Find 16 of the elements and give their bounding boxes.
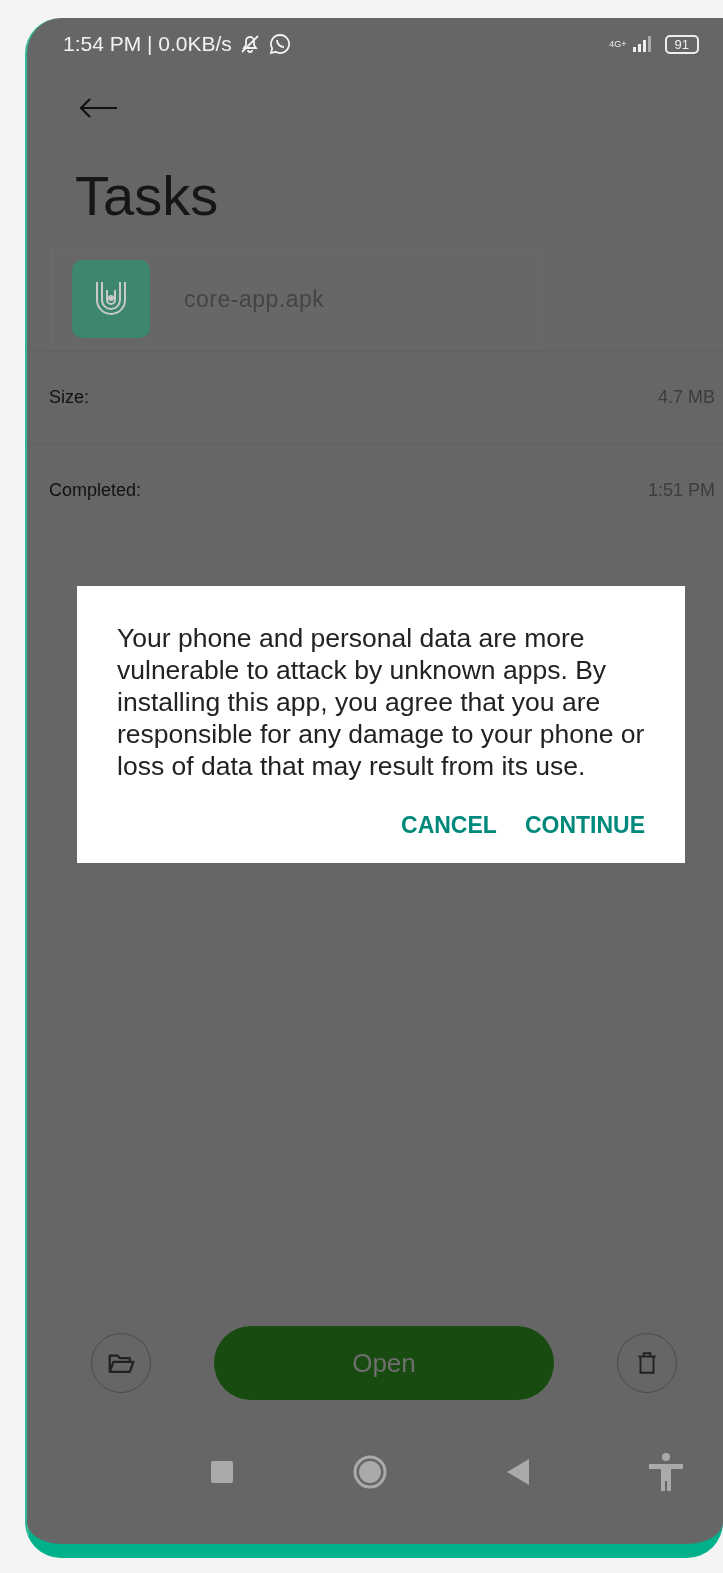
back-arrow-icon[interactable] — [79, 98, 119, 118]
page-title: Tasks — [75, 164, 220, 228]
status-time: 1:54 PM | 0.0KB/s — [63, 32, 232, 56]
detail-label: Completed: — [49, 479, 142, 501]
dialog-message: Your phone and personal data are more vulnerable to attack by unknown apps. By installing this app, you agree that you are responsible for any damage to your phone or loss of data that may result from its use. — [117, 622, 646, 782]
dialog-button[interactable]: CONTINUE — [520, 804, 649, 847]
chat-bubble-icon — [267, 32, 292, 56]
battery-level: 91 — [664, 34, 699, 54]
dialog-button[interactable]: CANCEL — [397, 804, 501, 847]
back-icon[interactable] — [507, 1459, 529, 1485]
accessibility-icon[interactable] — [649, 1453, 683, 1491]
app-logo-icon — [72, 260, 150, 338]
network-type: 4G+ — [609, 39, 627, 49]
home-icon[interactable] — [353, 1455, 387, 1489]
signal-icon — [632, 36, 653, 52]
detail-label: Size: — [49, 386, 90, 408]
